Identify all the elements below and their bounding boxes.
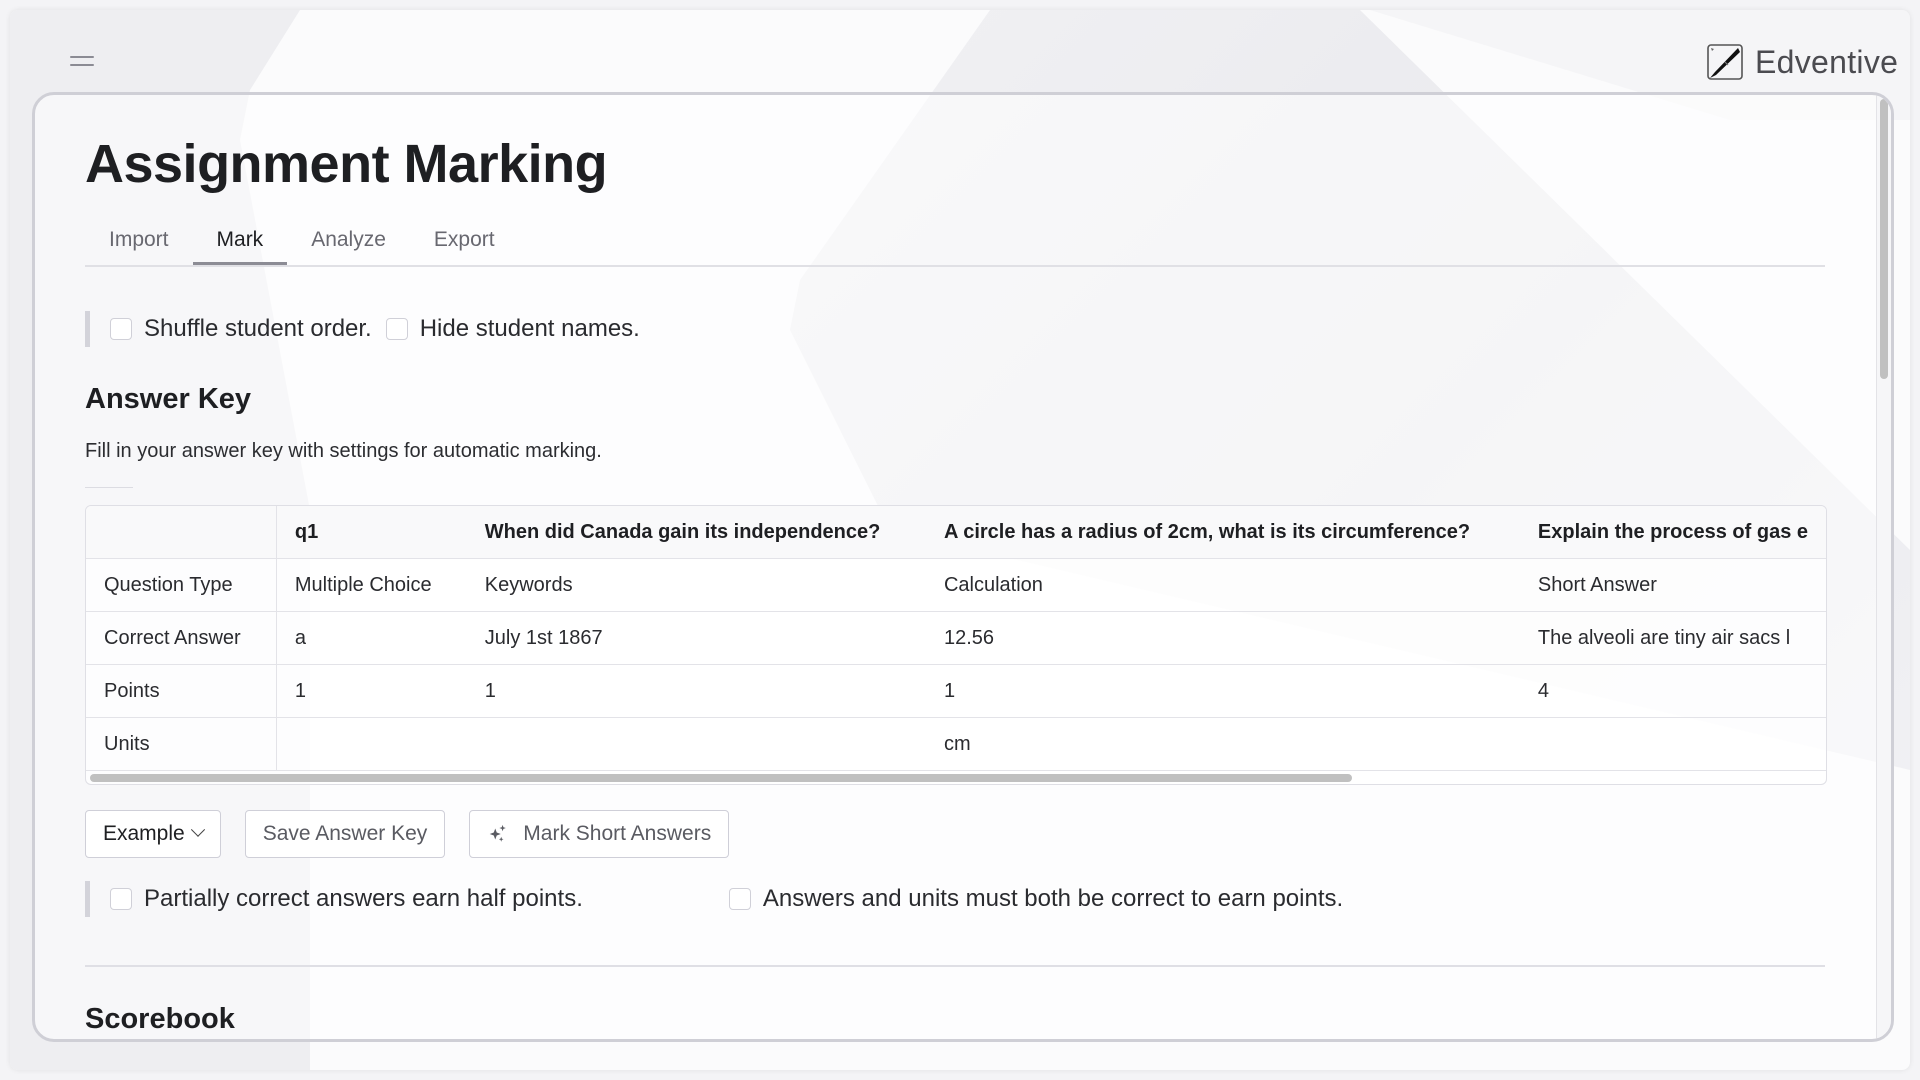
pen-square-icon bbox=[1707, 44, 1743, 80]
example-dropdown[interactable]: Example bbox=[85, 810, 221, 858]
table-cell[interactable]: cm bbox=[925, 717, 1520, 771]
page-title: Assignment Marking bbox=[85, 134, 608, 194]
app-name: Edventive bbox=[1755, 43, 1899, 80]
save-answer-key-button[interactable]: Save Answer Key bbox=[244, 810, 446, 858]
column-header[interactable]: Explain the process of gas e bbox=[1519, 506, 1826, 559]
table-row: Points 1 1 1 4 bbox=[86, 664, 1826, 718]
section-divider bbox=[85, 965, 1825, 967]
half-points-label: Partially correct answers earn half poin… bbox=[144, 885, 583, 912]
row-label: Question Type bbox=[86, 558, 277, 612]
half-points-checkbox[interactable] bbox=[110, 888, 132, 910]
tab-bar: Import Mark Analyze Export bbox=[85, 215, 1825, 267]
shuffle-students-checkbox[interactable] bbox=[110, 318, 132, 340]
table-row: Correct Answer a July 1st 1867 12.56 The… bbox=[86, 611, 1826, 665]
table-cell[interactable] bbox=[466, 717, 926, 771]
table-cell[interactable]: Short Answer bbox=[1519, 558, 1826, 612]
vertical-scrollbar-thumb[interactable] bbox=[1880, 99, 1888, 379]
column-header bbox=[86, 506, 277, 559]
table-cell[interactable]: a bbox=[276, 611, 467, 665]
main-panel: Assignment Marking Import Mark Analyze E… bbox=[32, 92, 1894, 1042]
table-cell[interactable]: 1 bbox=[276, 664, 467, 718]
vertical-scrollbar[interactable] bbox=[1876, 95, 1891, 1039]
hide-names-label: Hide student names. bbox=[419, 315, 640, 342]
hamburger-icon[interactable] bbox=[70, 54, 96, 68]
horizontal-scrollbar-thumb[interactable] bbox=[90, 774, 1352, 782]
table-cell[interactable]: Multiple Choice bbox=[276, 558, 467, 612]
student-options: Shuffle student order. Hide student name… bbox=[85, 311, 654, 347]
chevron-down-icon bbox=[190, 822, 205, 837]
row-label: Correct Answer bbox=[86, 611, 277, 665]
shuffle-students-label: Shuffle student order. bbox=[144, 315, 372, 342]
row-label: Points bbox=[86, 664, 277, 718]
table-cell[interactable]: Calculation bbox=[925, 558, 1520, 612]
row-label: Units bbox=[86, 717, 277, 771]
units-required-label: Answers and units must both be correct t… bbox=[762, 885, 1344, 912]
mark-short-answers-button[interactable]: Mark Short Answers bbox=[469, 810, 730, 858]
table-header-row: q1 When did Canada gain its independence… bbox=[86, 506, 1826, 559]
hide-names-checkbox[interactable] bbox=[385, 318, 408, 340]
mark-short-answers-label: Mark Short Answers bbox=[523, 822, 712, 845]
table-cell[interactable]: 12.56 bbox=[925, 611, 1520, 665]
table-row: Units cm bbox=[86, 717, 1826, 771]
table-cell[interactable] bbox=[1519, 717, 1826, 771]
units-required-checkbox[interactable] bbox=[728, 888, 751, 910]
answer-key-table: q1 When did Canada gain its independence… bbox=[85, 505, 1827, 785]
answer-key-description: Fill in your answer key with settings fo… bbox=[85, 440, 602, 462]
column-header[interactable]: When did Canada gain its independence? bbox=[466, 506, 926, 559]
table-cell[interactable]: Keywords bbox=[466, 558, 926, 612]
tab-mark[interactable]: Mark bbox=[192, 215, 288, 265]
tab-analyze[interactable]: Analyze bbox=[287, 215, 410, 263]
table-cell[interactable]: 1 bbox=[925, 664, 1520, 718]
tab-export[interactable]: Export bbox=[410, 215, 519, 263]
sparkle-icon bbox=[490, 824, 507, 842]
table-cell[interactable]: The alveoli are tiny air sacs l bbox=[1519, 611, 1826, 665]
divider bbox=[85, 487, 133, 488]
marking-options: Partially correct answers earn half poin… bbox=[85, 881, 1357, 917]
answer-key-actions: Example Save Answer Key Mark Short Answe… bbox=[85, 810, 730, 858]
column-header[interactable]: A circle has a radius of 2cm, what is it… bbox=[925, 506, 1520, 559]
answer-key-title: Answer Key bbox=[85, 383, 252, 415]
scorebook-title: Scorebook bbox=[85, 1003, 235, 1035]
example-dropdown-label: Example bbox=[103, 822, 185, 845]
table-row: Question Type Multiple Choice Keywords C… bbox=[86, 558, 1826, 612]
table-cell[interactable]: 1 bbox=[466, 664, 926, 718]
table-cell[interactable]: 4 bbox=[1519, 664, 1826, 718]
tab-import[interactable]: Import bbox=[85, 215, 193, 263]
table-cell[interactable]: July 1st 1867 bbox=[466, 611, 926, 665]
app-logo[interactable]: Edventive bbox=[1705, 40, 1898, 84]
column-header[interactable]: q1 bbox=[276, 506, 467, 559]
table-cell[interactable] bbox=[276, 717, 467, 771]
